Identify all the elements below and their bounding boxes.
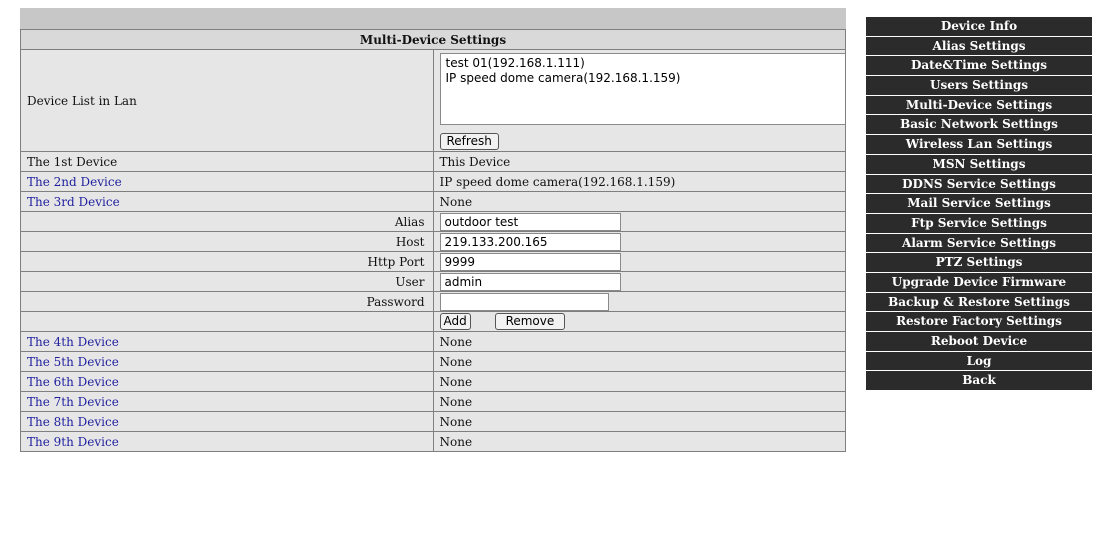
page-title: Multi-Device Settings [20,29,846,50]
device-list-cell: test 01(192.168.1.111) IP speed dome cam… [432,49,846,152]
sidebar-item-log[interactable]: Log [866,351,1092,372]
device-3-link[interactable]: The 3rd Device [27,195,120,209]
device-9-cell: The 9th Device [20,431,434,452]
device-8-cell: The 8th Device [20,411,434,432]
sidebar-item-back[interactable]: Back [866,371,1092,392]
alias-label: Alias [20,211,434,232]
device-9-value: None [432,431,846,452]
top-bar [20,8,846,29]
device-row: The 9th Device None [20,431,846,452]
sidebar-item-alarm-service-settings[interactable]: Alarm Service Settings [866,233,1092,254]
device-1-label: The 1st Device [20,151,434,172]
device-7-link[interactable]: The 7th Device [27,395,119,409]
device-list-label: Device List in Lan [20,49,434,152]
sidebar-item-alias-settings[interactable]: Alias Settings [866,36,1092,57]
device-4-value: None [432,331,846,352]
host-input[interactable] [439,232,621,251]
device-5-cell: The 5th Device [20,351,434,372]
remove-button[interactable]: Remove [494,313,566,330]
device-6-link[interactable]: The 6th Device [27,375,119,389]
sidebar-item-restore-factory-settings[interactable]: Restore Factory Settings [866,312,1092,332]
device-5-value: None [432,351,846,372]
device-row: The 8th Device None [20,411,846,432]
action-spacer [20,311,434,332]
user-row: User [20,271,846,292]
alias-row: Alias [20,211,846,232]
device-9-link[interactable]: The 9th Device [27,435,119,449]
host-cell [432,231,846,252]
sidebar-item-ftp-service-settings[interactable]: Ftp Service Settings [866,213,1092,234]
device-list-item[interactable]: test 01(192.168.1.111) [446,56,845,71]
sidebar-item-mail-service-settings[interactable]: Mail Service Settings [866,194,1092,214]
refresh-button[interactable]: Refresh [439,133,499,150]
device-2-value: IP speed dome camera(192.168.1.159) [432,171,846,192]
alias-cell [432,211,846,232]
action-row: Add Remove [20,311,846,332]
port-row: Http Port [20,251,846,272]
device-1-value: This Device [432,151,846,172]
user-cell [432,271,846,292]
device-6-cell: The 6th Device [20,371,434,392]
sidebar-item-basic-network-settings[interactable]: Basic Network Settings [866,115,1092,136]
sidebar-item-users-settings[interactable]: Users Settings [866,76,1092,96]
device-row: The 3rd Device None [20,191,846,212]
sidebar-item-backup-restore-settings[interactable]: Backup & Restore Settings [866,292,1092,313]
header-row: Multi-Device Settings [20,29,846,50]
device-6-value: None [432,371,846,392]
device-row: The 6th Device None [20,371,846,392]
user-input[interactable] [439,272,621,291]
sidebar-item-wireless-lan-settings[interactable]: Wireless Lan Settings [866,135,1092,155]
device-8-value: None [432,411,846,432]
host-label: Host [20,231,434,252]
password-input[interactable] [439,292,609,311]
add-button[interactable]: Add [439,313,471,330]
device-2-cell: The 2nd Device [20,171,434,192]
password-label: Password [20,291,434,312]
device-list-box[interactable]: test 01(192.168.1.111) IP speed dome cam… [439,53,845,125]
device-3-value: None [432,191,846,212]
http-port-input[interactable] [439,252,621,271]
device-row: The 4th Device None [20,331,846,352]
settings-sidebar: Device Info Alias Settings Date&Time Set… [866,17,1092,392]
device-5-link[interactable]: The 5th Device [27,355,119,369]
sidebar-item-upgrade-device-firmware[interactable]: Upgrade Device Firmware [866,272,1092,293]
device-row: The 2nd Device IP speed dome camera(192.… [20,171,846,192]
sidebar-item-multi-device-settings[interactable]: Multi-Device Settings [866,95,1092,116]
sidebar-item-ptz-settings[interactable]: PTZ Settings [866,253,1092,273]
sidebar-item-reboot-device[interactable]: Reboot Device [866,332,1092,352]
multi-device-table: Multi-Device Settings Device List in Lan… [20,29,846,452]
device-2-link[interactable]: The 2nd Device [27,175,122,189]
sidebar-item-ddns-service-settings[interactable]: DDNS Service Settings [866,174,1092,195]
sidebar-item-datetime-settings[interactable]: Date&Time Settings [866,56,1092,77]
user-label: User [20,271,434,292]
device-7-value: None [432,391,846,412]
action-cell: Add Remove [432,311,846,332]
device-3-cell: The 3rd Device [20,191,434,212]
sidebar-item-device-info[interactable]: Device Info [866,17,1092,37]
device-7-cell: The 7th Device [20,391,434,412]
device-row: The 5th Device None [20,351,846,372]
device-8-link[interactable]: The 8th Device [27,415,119,429]
password-row: Password [20,291,846,312]
device-list-item[interactable]: IP speed dome camera(192.168.1.159) [446,71,845,86]
host-row: Host [20,231,846,252]
sidebar-item-msn-settings[interactable]: MSN Settings [866,154,1092,175]
device-4-link[interactable]: The 4th Device [27,335,119,349]
device-row: The 1st Device This Device [20,151,846,172]
port-cell [432,251,846,272]
device-row: The 7th Device None [20,391,846,412]
alias-input[interactable] [439,212,621,231]
device-4-cell: The 4th Device [20,331,434,352]
password-cell [432,291,846,312]
http-port-label: Http Port [20,251,434,272]
device-list-row: Device List in Lan test 01(192.168.1.111… [20,49,846,152]
